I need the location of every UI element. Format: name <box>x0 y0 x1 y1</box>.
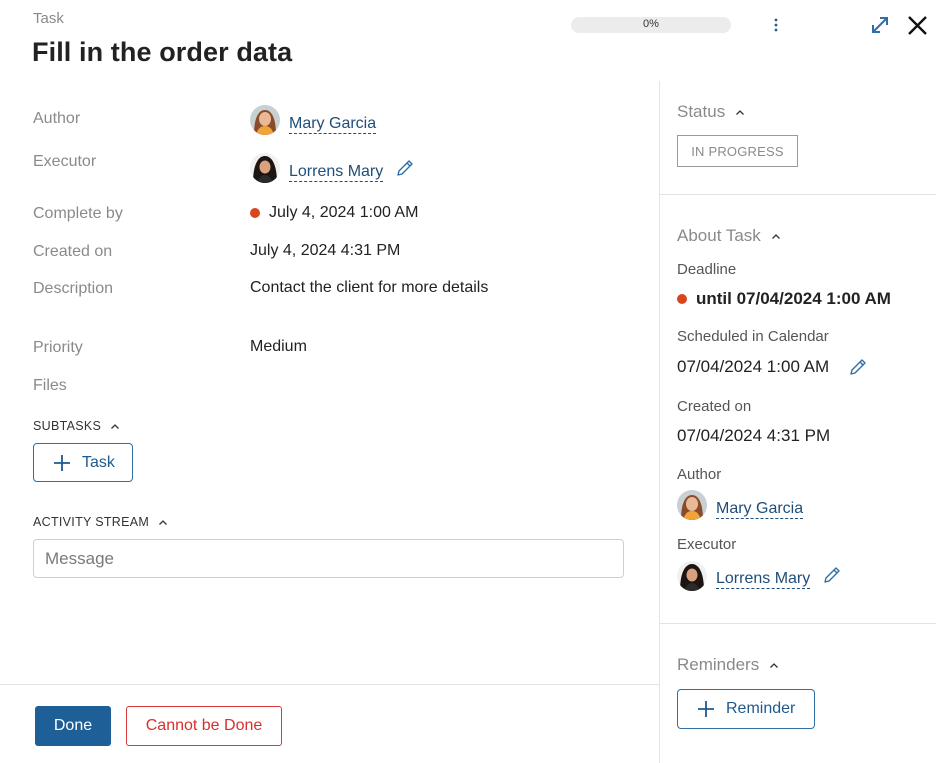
footer-divider <box>0 684 659 685</box>
message-input[interactable] <box>33 539 624 578</box>
about-section-toggle[interactable]: About Task <box>677 226 781 246</box>
complete-by-label: Complete by <box>33 205 123 222</box>
reminders-title: Reminders <box>677 655 760 674</box>
chevron-up-icon <box>769 662 778 668</box>
status-section-toggle[interactable]: Status <box>677 102 745 122</box>
chevron-up-icon <box>110 423 119 429</box>
complete-by-value: July 4, 2024 1:00 AM <box>269 204 419 221</box>
sidebar-author-avatar <box>677 490 707 520</box>
description-value: Contact the client for more details <box>250 279 489 296</box>
add-subtask-button[interactable]: Task <box>33 443 133 482</box>
edit-sidebar-executor-pencil-icon[interactable] <box>822 565 842 585</box>
progress-bar: 0% <box>571 17 731 33</box>
page-title: Fill in the order data <box>32 37 293 67</box>
author-label: Author <box>33 110 81 127</box>
sidebar-author-label: Author <box>677 466 722 483</box>
subtasks-section-toggle[interactable]: SUBTASKS <box>33 419 120 433</box>
deadline-label: Deadline <box>677 261 737 278</box>
sidebar-author-link[interactable]: Mary Garcia <box>716 500 804 519</box>
cannot-be-done-button[interactable]: Cannot be Done <box>126 706 282 746</box>
sidebar-executor-avatar <box>677 561 707 591</box>
plus-icon <box>54 454 70 471</box>
scheduled-value: 07/04/2024 1:00 AM <box>677 357 830 376</box>
vertical-divider <box>659 81 660 763</box>
done-button[interactable]: Done <box>35 706 111 746</box>
sidebar-divider-status <box>660 194 936 195</box>
chevron-up-icon <box>158 519 167 525</box>
executor-link[interactable]: Lorrens Mary <box>289 163 384 182</box>
add-subtask-label: Task <box>82 453 115 471</box>
expand-icon[interactable] <box>868 13 892 37</box>
deadline-value: until 07/04/2024 1:00 AM <box>696 289 891 308</box>
priority-value: Medium <box>250 338 307 355</box>
sidebar-executor-link[interactable]: Lorrens Mary <box>716 570 811 589</box>
sidebar-divider-about <box>660 623 936 624</box>
priority-label: Priority <box>33 339 83 356</box>
add-reminder-label: Reminder <box>726 700 796 717</box>
description-label: Description <box>33 280 114 297</box>
more-options-icon[interactable] <box>767 14 785 36</box>
scheduled-label: Scheduled in Calendar <box>677 328 829 345</box>
chevron-up-icon <box>735 109 744 115</box>
overdue-dot-icon <box>250 208 260 218</box>
sidebar-executor-label: Executor <box>677 536 737 553</box>
reminders-section-toggle[interactable]: Reminders <box>677 655 779 675</box>
sidebar-created-value: 07/04/2024 4:31 PM <box>677 426 831 445</box>
edit-schedule-pencil-icon[interactable] <box>848 357 868 377</box>
sidebar-created-label: Created on <box>677 398 752 415</box>
edit-executor-pencil-icon[interactable] <box>395 158 415 178</box>
about-title: About Task <box>677 226 761 245</box>
subtasks-title: SUBTASKS <box>33 419 102 433</box>
progress-label: 0% <box>643 18 659 30</box>
header-kicker: Task <box>33 10 64 27</box>
overdue-dot-icon <box>677 294 687 304</box>
author-avatar <box>250 105 280 135</box>
status-badge[interactable]: IN PROGRESS <box>677 135 798 167</box>
activity-section-toggle[interactable]: ACTIVITY STREAM <box>33 515 168 529</box>
plus-icon <box>698 701 714 717</box>
created-on-label: Created on <box>33 243 113 260</box>
add-reminder-button[interactable]: Reminder <box>677 689 815 729</box>
executor-avatar <box>250 153 280 183</box>
status-title: Status <box>677 102 726 121</box>
close-icon[interactable] <box>905 13 930 38</box>
chevron-up-icon <box>771 233 780 239</box>
created-on-value: July 4, 2024 4:31 PM <box>250 242 401 259</box>
author-link[interactable]: Mary Garcia <box>289 115 377 134</box>
activity-title: ACTIVITY STREAM <box>33 515 150 529</box>
files-label: Files <box>33 377 67 394</box>
executor-label: Executor <box>33 153 97 170</box>
